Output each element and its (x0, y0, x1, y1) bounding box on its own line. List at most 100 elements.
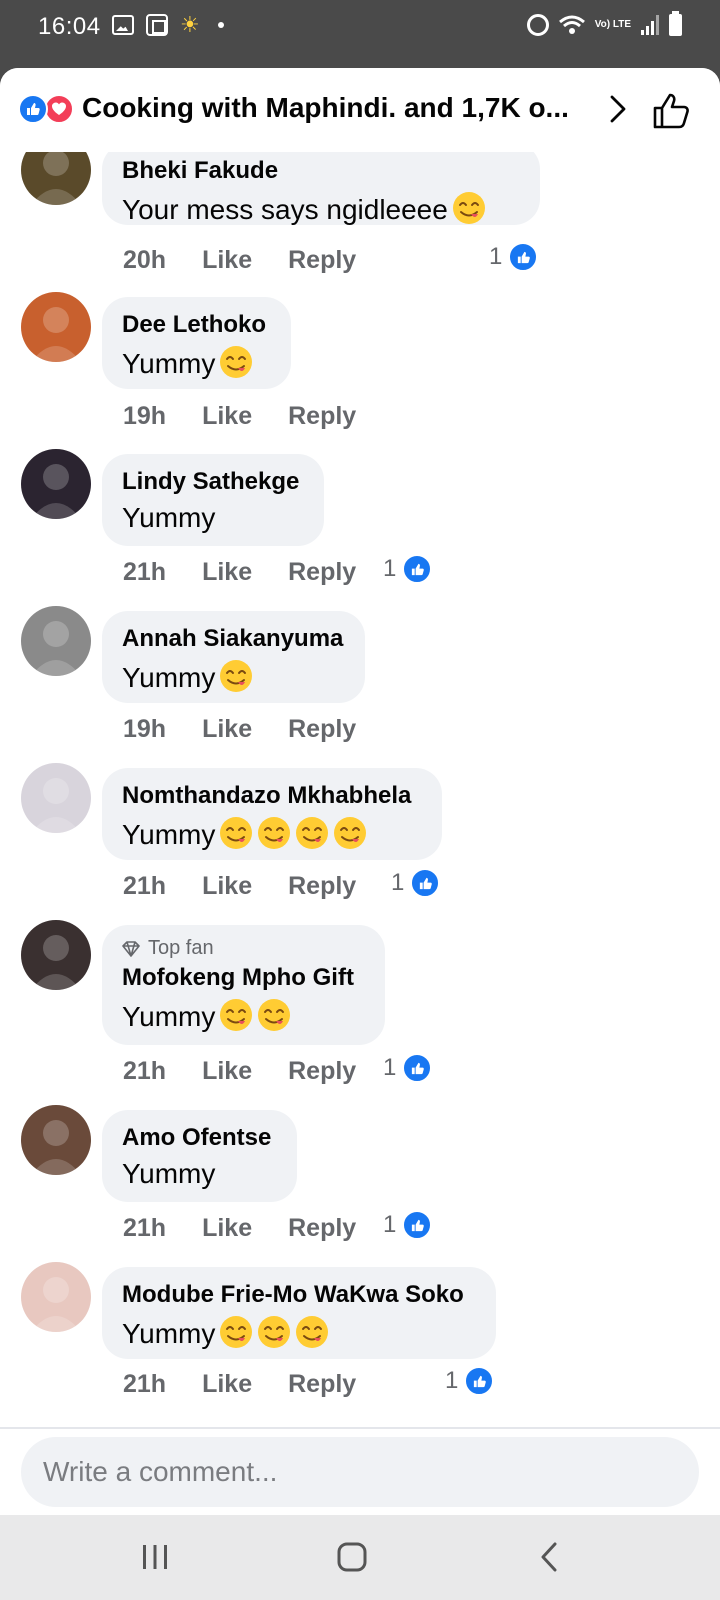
commenter-name[interactable]: Annah Siakanyuma (122, 625, 345, 653)
comment-timestamp[interactable]: 21h (123, 1057, 166, 1086)
reactions-title[interactable]: Cooking with Maphindi. and 1,7K o... (82, 92, 569, 124)
avatar[interactable] (21, 1105, 91, 1175)
like-comment-button[interactable]: Like (202, 1370, 252, 1399)
battery-icon (669, 11, 682, 36)
comment-bubble[interactable]: Top fan Mofokeng Mpho Gift Yummy (102, 925, 385, 1045)
back-button[interactable] (520, 1535, 580, 1579)
avatar-photo-icon (31, 778, 81, 833)
avatar[interactable] (21, 1262, 91, 1332)
reply-comment-button[interactable]: Reply (288, 558, 356, 587)
reply-comment-button[interactable]: Reply (288, 1370, 356, 1399)
comment-timestamp[interactable]: 21h (123, 1370, 166, 1399)
comment-bubble[interactable]: Nomthandazo Mkhabhela Yummy (102, 768, 442, 860)
comment-bubble[interactable]: Annah Siakanyuma Yummy (102, 611, 365, 703)
like-comment-button[interactable]: Like (202, 558, 252, 587)
avatar[interactable] (21, 606, 91, 676)
reply-comment-button[interactable]: Reply (288, 872, 356, 901)
recent-apps-button[interactable] (125, 1535, 185, 1579)
comment-text-content: Yummy (122, 819, 216, 850)
commenter-name[interactable]: Amo Ofentse (122, 1124, 277, 1152)
reply-comment-button[interactable]: Reply (288, 1057, 356, 1086)
yum-emoji-icon (258, 817, 291, 849)
comment-bubble[interactable]: Lindy Sathekge Yummy (102, 454, 324, 546)
like-badge-icon (402, 1210, 433, 1240)
composer-bar (0, 1429, 720, 1515)
alarm-icon (526, 14, 549, 36)
like-comment-button[interactable]: Like (202, 715, 252, 744)
commenter-name[interactable]: Bheki Fakude (122, 157, 520, 185)
comment-reactions[interactable]: 1 (445, 1366, 495, 1396)
comment-text: Yummy (122, 998, 365, 1033)
reply-comment-button[interactable]: Reply (288, 402, 356, 431)
screenshot-notification-icon (146, 14, 168, 36)
comment-actions: 21h Like Reply (123, 558, 356, 587)
comment-timestamp[interactable]: 21h (123, 872, 166, 901)
reaction-summary[interactable] (18, 94, 78, 124)
comment-text-content: Yummy (122, 1158, 216, 1189)
yum-emoji-icon (220, 817, 253, 849)
love-reaction-icon (44, 94, 74, 124)
commenter-name[interactable]: Dee Lethoko (122, 311, 271, 339)
like-comment-button[interactable]: Like (202, 872, 252, 901)
comment-bubble[interactable]: Dee Lethoko Yummy (102, 297, 291, 389)
avatar[interactable] (21, 763, 91, 833)
status-bar: 16:04 ☀ Vo) LTE (0, 0, 720, 58)
comment-actions: 21h Like Reply (123, 1057, 356, 1086)
recent-apps-icon (143, 1545, 167, 1569)
like-comment-button[interactable]: Like (202, 1057, 252, 1086)
commenter-name[interactable]: Nomthandazo Mkhabhela (122, 782, 422, 810)
avatar-photo-icon (31, 1120, 81, 1175)
chevron-right-icon[interactable] (602, 94, 632, 124)
yum-emoji-icon (296, 817, 329, 849)
reply-comment-button[interactable]: Reply (288, 246, 356, 275)
reply-comment-button[interactable]: Reply (288, 1214, 356, 1243)
comment-text: Yummy (122, 502, 304, 534)
yum-emoji-icon (452, 192, 485, 224)
home-button[interactable] (322, 1535, 382, 1579)
comment-text: Yummy (122, 659, 345, 694)
gallery-notification-icon (112, 15, 134, 35)
comment-text-content: Yummy (122, 1001, 216, 1032)
comment-timestamp[interactable]: 19h (123, 715, 166, 744)
avatar[interactable] (21, 449, 91, 519)
status-notification-icons: ☀ (112, 14, 224, 36)
comment-text: Yummy (122, 816, 422, 851)
weather-sun-icon: ☀ (180, 12, 200, 37)
home-icon (337, 1542, 367, 1572)
comment-bubble[interactable]: Modube Frie-Mo WaKwa Soko Yummy (102, 1267, 496, 1359)
comment-text-content: Yummy (122, 1318, 216, 1349)
android-navigation-bar (0, 1515, 720, 1600)
like-comment-button[interactable]: Like (202, 1214, 252, 1243)
like-comment-button[interactable]: Like (202, 246, 252, 275)
reply-comment-button[interactable]: Reply (288, 715, 356, 744)
comment-reactions[interactable]: 1 (391, 868, 441, 898)
avatar-photo-icon (31, 935, 81, 990)
like-post-icon[interactable] (652, 92, 692, 130)
like-badge-icon (464, 1366, 495, 1396)
comment-reactions[interactable]: 1 (383, 554, 433, 584)
like-reaction-icon (18, 94, 48, 124)
comment-bubble[interactable]: Bheki Fakude Your mess says ngidleeee (102, 143, 540, 225)
comment-timestamp[interactable]: 19h (123, 402, 166, 431)
status-system-icons: Vo) LTE (526, 11, 682, 36)
comment-timestamp[interactable]: 21h (123, 558, 166, 587)
comment-text-content: Yummy (122, 662, 216, 693)
comment-reactions[interactable]: 1 (489, 242, 539, 272)
like-comment-button[interactable]: Like (202, 402, 252, 431)
commenter-name[interactable]: Mofokeng Mpho Gift (122, 964, 365, 992)
comment-reactions[interactable]: 1 (383, 1210, 433, 1240)
comment-text: Yummy (122, 1158, 277, 1190)
diamond-icon (122, 940, 140, 957)
avatar[interactable] (21, 292, 91, 362)
write-comment-input[interactable] (21, 1437, 699, 1507)
wifi-icon (558, 15, 585, 34)
comment-timestamp[interactable]: 20h (123, 246, 166, 275)
comment-reactions[interactable]: 1 (383, 1053, 433, 1083)
comment-bubble[interactable]: Amo Ofentse Yummy (102, 1110, 297, 1202)
comment-timestamp[interactable]: 21h (123, 1214, 166, 1243)
avatar[interactable] (21, 920, 91, 990)
commenter-name[interactable]: Lindy Sathekge (122, 468, 304, 496)
commenter-name[interactable]: Modube Frie-Mo WaKwa Soko (122, 1281, 476, 1309)
reaction-count: 1 (383, 555, 397, 582)
yum-emoji-icon (220, 660, 253, 692)
